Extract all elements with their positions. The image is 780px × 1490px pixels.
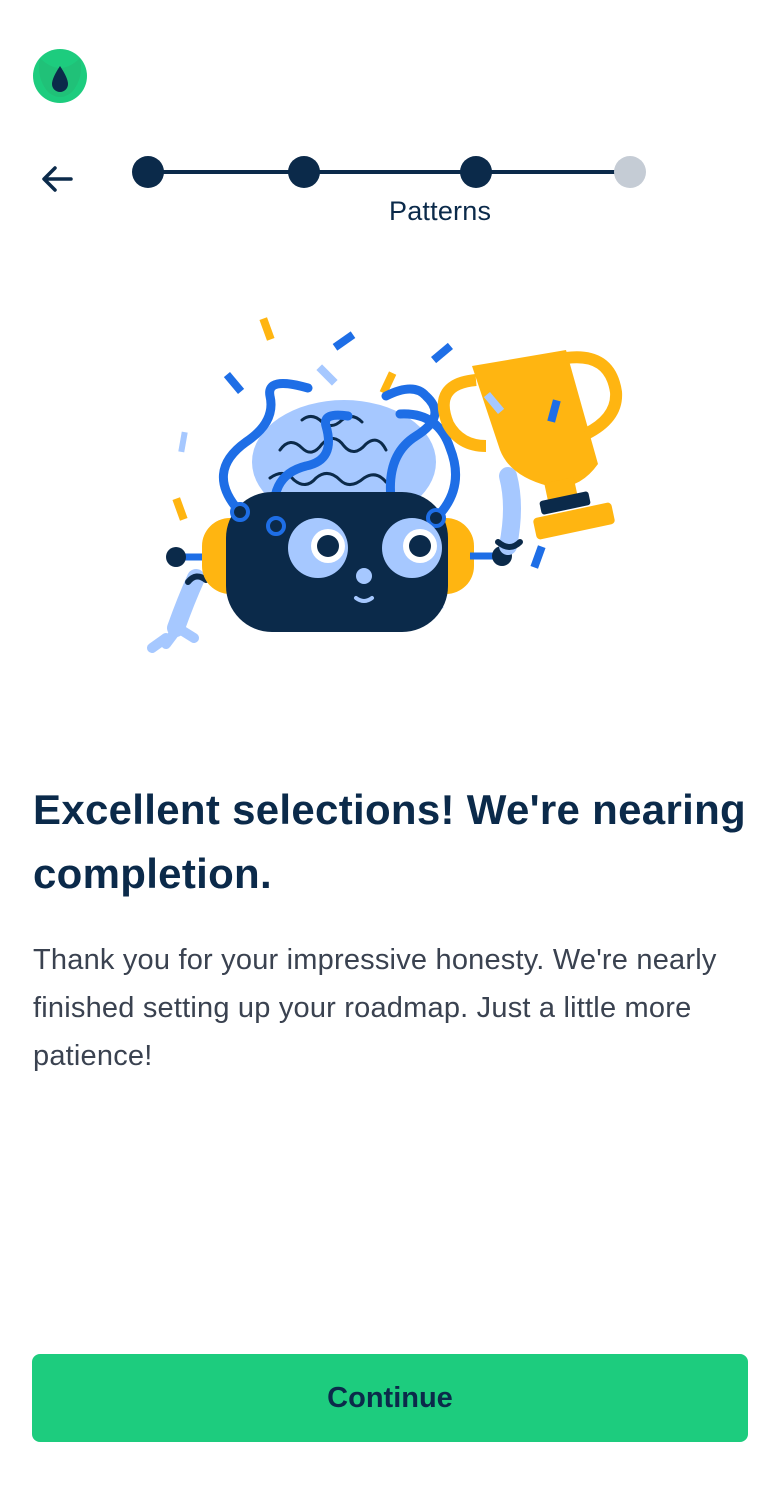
progress-step-2 <box>288 156 320 188</box>
page-description: Thank you for your impressive honesty. W… <box>33 944 717 1072</box>
continue-button[interactable]: Continue <box>32 1354 748 1442</box>
arrow-left-icon <box>42 166 73 192</box>
progress-connector <box>304 170 476 174</box>
progress-step-4 <box>614 156 646 188</box>
robot-brain-trophy-illustration <box>130 300 650 690</box>
progress-step-3 <box>460 156 492 188</box>
progress-step-1 <box>132 156 164 188</box>
app-logo-icon <box>32 48 88 104</box>
progress-connector <box>148 170 304 174</box>
progress-connector <box>476 170 632 174</box>
back-button[interactable] <box>34 156 80 202</box>
page-title: Excellent selections! We're nearing comp… <box>33 786 746 897</box>
progress-stepper <box>132 154 648 190</box>
current-step-label: Patterns <box>389 196 492 226</box>
